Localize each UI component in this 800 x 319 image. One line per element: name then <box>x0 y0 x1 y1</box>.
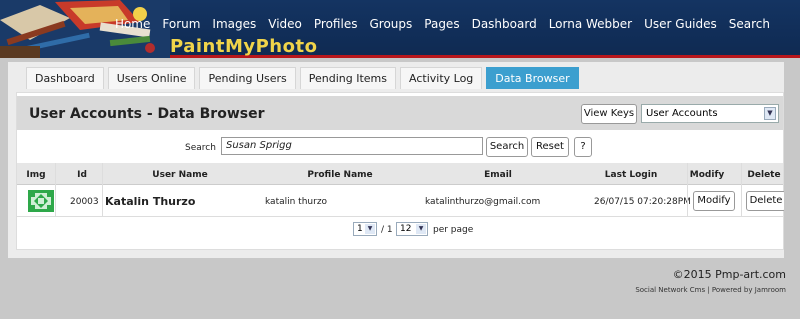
footer-copyright: ©2015 Pmp-art.com <box>672 268 786 281</box>
per-page-label: per page <box>433 225 474 235</box>
nav-video[interactable]: Video <box>268 17 302 31</box>
nav-search[interactable]: Search <box>729 17 770 31</box>
nav-images[interactable]: Images <box>212 17 256 31</box>
column-divider <box>55 163 56 217</box>
column-header-modify: Modify <box>689 170 725 180</box>
search-button[interactable]: Search <box>486 137 528 157</box>
user-email: katalinthurzo@gmail.com <box>425 197 541 207</box>
column-header-id: Id <box>77 170 87 180</box>
column-divider <box>102 163 103 217</box>
last-login: 26/07/15 07:20:28PM <box>594 197 691 207</box>
column-divider <box>741 163 742 217</box>
chevron-down-icon: ▼ <box>416 224 426 234</box>
main-nav: Home Forum Images Video Profiles Groups … <box>103 17 770 31</box>
column-divider <box>687 163 688 217</box>
nav-home[interactable]: Home <box>115 17 150 31</box>
nav-pages[interactable]: Pages <box>424 17 459 31</box>
admin-panel: Dashboard Users Online Pending Users Pen… <box>8 62 792 258</box>
nav-groups[interactable]: Groups <box>369 17 412 31</box>
per-page-select[interactable]: 12 ▼ <box>396 222 428 236</box>
page-select-value: 1 <box>357 224 363 234</box>
tab-pending-items[interactable]: Pending Items <box>299 67 396 89</box>
tab-users-online[interactable]: Users Online <box>107 67 196 89</box>
page-count: / 1 <box>381 225 393 235</box>
reset-button[interactable]: Reset <box>531 137 569 157</box>
modify-button[interactable]: Modify <box>693 191 735 211</box>
per-page-select-value: 12 <box>400 224 412 234</box>
chevron-down-icon: ▼ <box>365 224 375 234</box>
page-title: User Accounts - Data Browser <box>29 106 265 122</box>
column-header-delete: Delete <box>747 170 781 180</box>
table-header: Img Id User Name Profile Name Email Last… <box>17 163 783 185</box>
user-avatar[interactable] <box>28 190 54 212</box>
page-select[interactable]: 1 ▼ <box>353 222 377 236</box>
admin-tabs: Dashboard Users Online Pending Users Pen… <box>26 67 579 89</box>
tab-dashboard[interactable]: Dashboard <box>26 67 104 89</box>
site-header: PaintMyPhoto Home Forum Images Video Pro… <box>0 0 800 58</box>
column-header-email: Email <box>484 170 512 180</box>
site-logo-text[interactable]: PaintMyPhoto <box>170 36 317 57</box>
column-header-user-name: User Name <box>152 170 208 180</box>
search-input[interactable]: Susan Sprigg <box>221 137 483 155</box>
title-bar: User Accounts - Data Browser View Keys U… <box>17 96 783 130</box>
profile-name: katalin thurzo <box>265 197 328 207</box>
nav-user-profile[interactable]: Lorna Webber <box>549 17 632 31</box>
chevron-down-icon: ▼ <box>764 107 776 120</box>
nav-user-guides[interactable]: User Guides <box>644 17 717 31</box>
column-header-profile-name: Profile Name <box>307 170 373 180</box>
tab-data-browser[interactable]: Data Browser <box>486 67 579 89</box>
datastore-select-value: User Accounts <box>646 108 718 119</box>
column-header-img: Img <box>26 170 46 180</box>
data-browser-content: User Accounts - Data Browser View Keys U… <box>16 92 786 250</box>
page-scrollbar[interactable] <box>784 58 800 319</box>
nav-profiles[interactable]: Profiles <box>314 17 358 31</box>
user-name: Katalin Thurzo <box>105 195 196 208</box>
tab-activity-log[interactable]: Activity Log <box>400 67 483 89</box>
help-button[interactable]: ? <box>574 137 592 157</box>
search-label: Search <box>185 143 216 153</box>
view-keys-button[interactable]: View Keys <box>581 104 637 124</box>
tab-pending-users[interactable]: Pending Users <box>199 67 296 89</box>
user-id: 20003 <box>70 197 99 207</box>
datastore-select[interactable]: User Accounts ▼ <box>641 104 779 123</box>
table-row: 20003 Katalin Thurzo katalin thurzo kata… <box>17 185 786 217</box>
nav-forum[interactable]: Forum <box>162 17 200 31</box>
nav-dashboard[interactable]: Dashboard <box>472 17 537 31</box>
delete-button[interactable]: Delete <box>746 191 786 211</box>
column-header-last-login: Last Login <box>604 170 658 180</box>
footer-powered-by[interactable]: Social Network Cms | Powered by Jamroom <box>635 286 786 294</box>
